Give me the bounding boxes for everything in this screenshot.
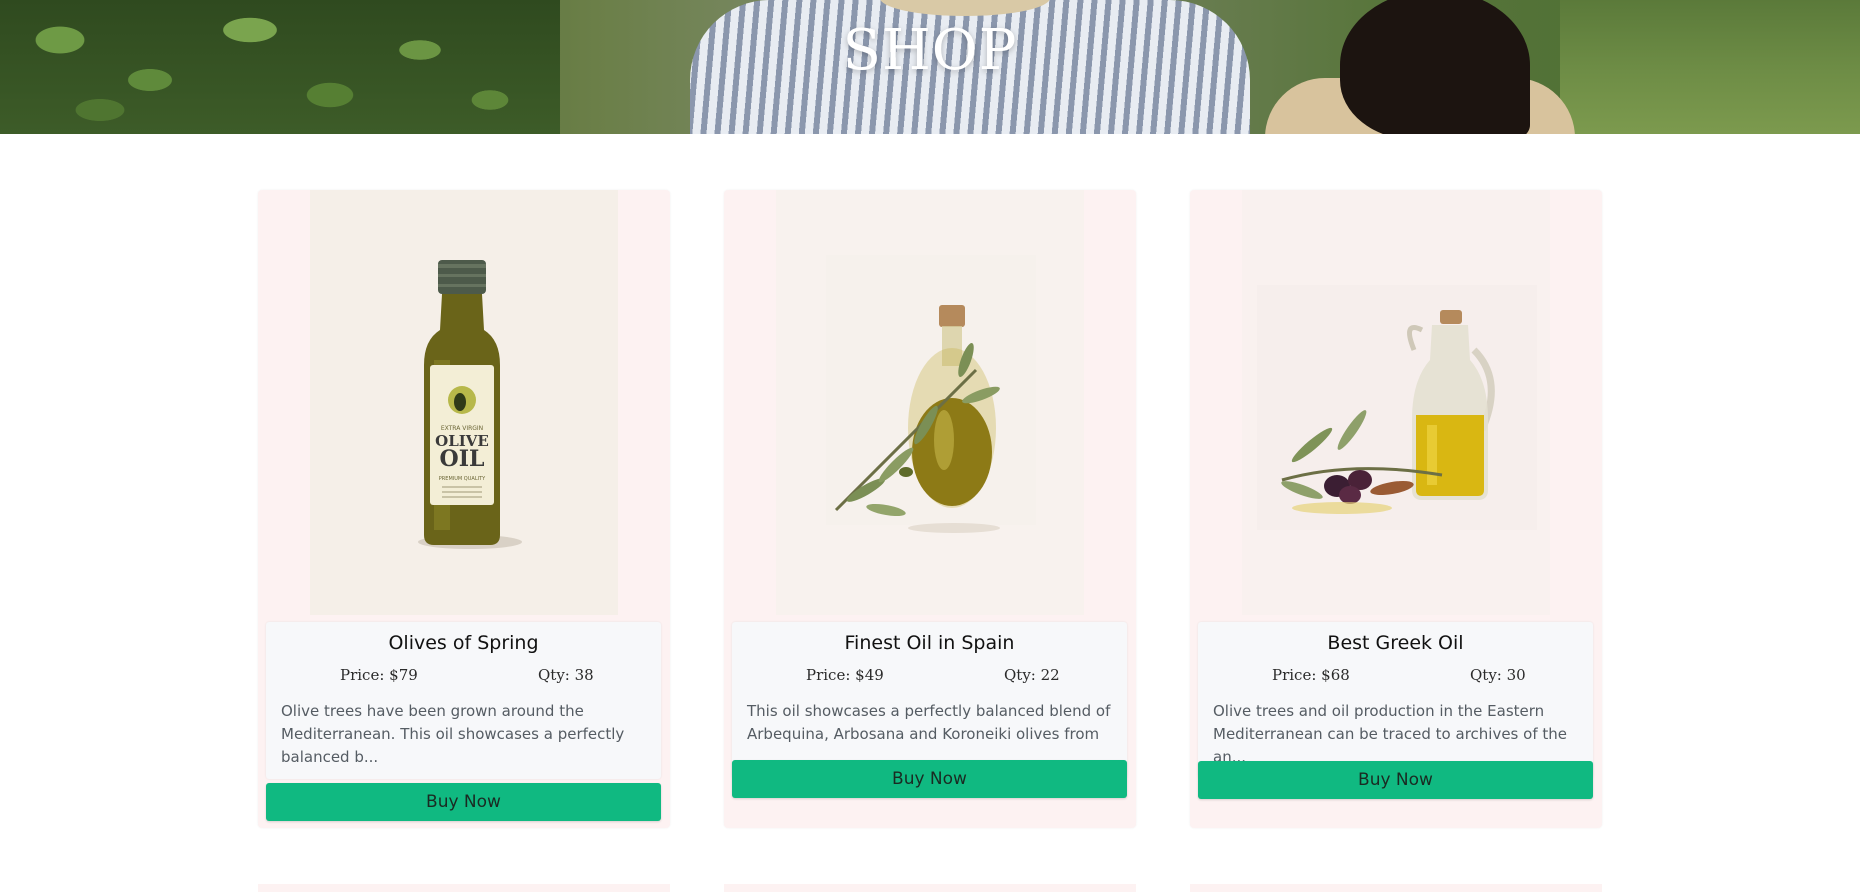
product-name[interactable]: Finest Oil in Spain [732,632,1127,654]
olive-oil-carafe-image [1257,285,1537,530]
product-price: Price: $49 [806,666,884,684]
product-price: Price: $68 [1272,666,1350,684]
label-premium: PREMIUM QUALITY [439,476,486,482]
product-name[interactable]: Olives of Spring [266,632,661,654]
label-extra-virgin: EXTRA VIRGIN [441,425,483,432]
product-image[interactable] [776,190,1084,615]
product-card-partial [258,884,670,892]
buy-now-button[interactable]: Buy Now [266,783,661,821]
product-qty: Qty: 30 [1470,666,1526,684]
product-description: Olive trees have been grown around the M… [281,702,625,766]
product-card: Best Greek Oil Price: $68 Qty: 30 Olive … [1190,190,1602,828]
olive-oil-bottle-image: EXTRA VIRGIN OLIVE OIL PREMIUM QUALITY [418,260,522,549]
product-qty: Qty: 22 [1004,666,1060,684]
product-meta: Price: $68 Qty: 30 [1198,666,1593,688]
page-title: SHOP [842,18,1018,83]
product-card-partial [1190,884,1602,892]
product-image[interactable] [1242,190,1550,615]
buy-now-button[interactable]: Buy Now [732,760,1127,798]
product-info: Best Greek Oil Price: $68 Qty: 30 Olive … [1198,622,1593,779]
product-meta: Price: $49 Qty: 22 [732,666,1127,688]
label-oil: OIL [440,446,485,472]
product-card: Finest Oil in Spain Price: $49 Qty: 22 T… [724,190,1136,828]
product-price: Price: $79 [340,666,418,684]
product-description: This oil showcases a perfectly balanced … [747,702,1111,766]
product-qty: Qty: 38 [538,666,594,684]
product-meta: Price: $79 Qty: 38 [266,666,661,688]
product-image[interactable]: EXTRA VIRGIN OLIVE OIL PREMIUM QUALITY [310,190,618,615]
hero-banner: SHOP [0,0,1860,134]
product-info: Finest Oil in Spain Price: $49 Qty: 22 T… [732,622,1127,779]
buy-now-button[interactable]: Buy Now [1198,761,1593,799]
product-name[interactable]: Best Greek Oil [1198,632,1593,654]
product-card-partial [724,884,1136,892]
olive-oil-jar-image [826,255,1036,533]
product-card: EXTRA VIRGIN OLIVE OIL PREMIUM QUALITY O… [258,190,670,828]
product-description: Olive trees and oil production in the Ea… [1213,702,1567,766]
product-info: Olives of Spring Price: $79 Qty: 38 Oliv… [266,622,661,779]
